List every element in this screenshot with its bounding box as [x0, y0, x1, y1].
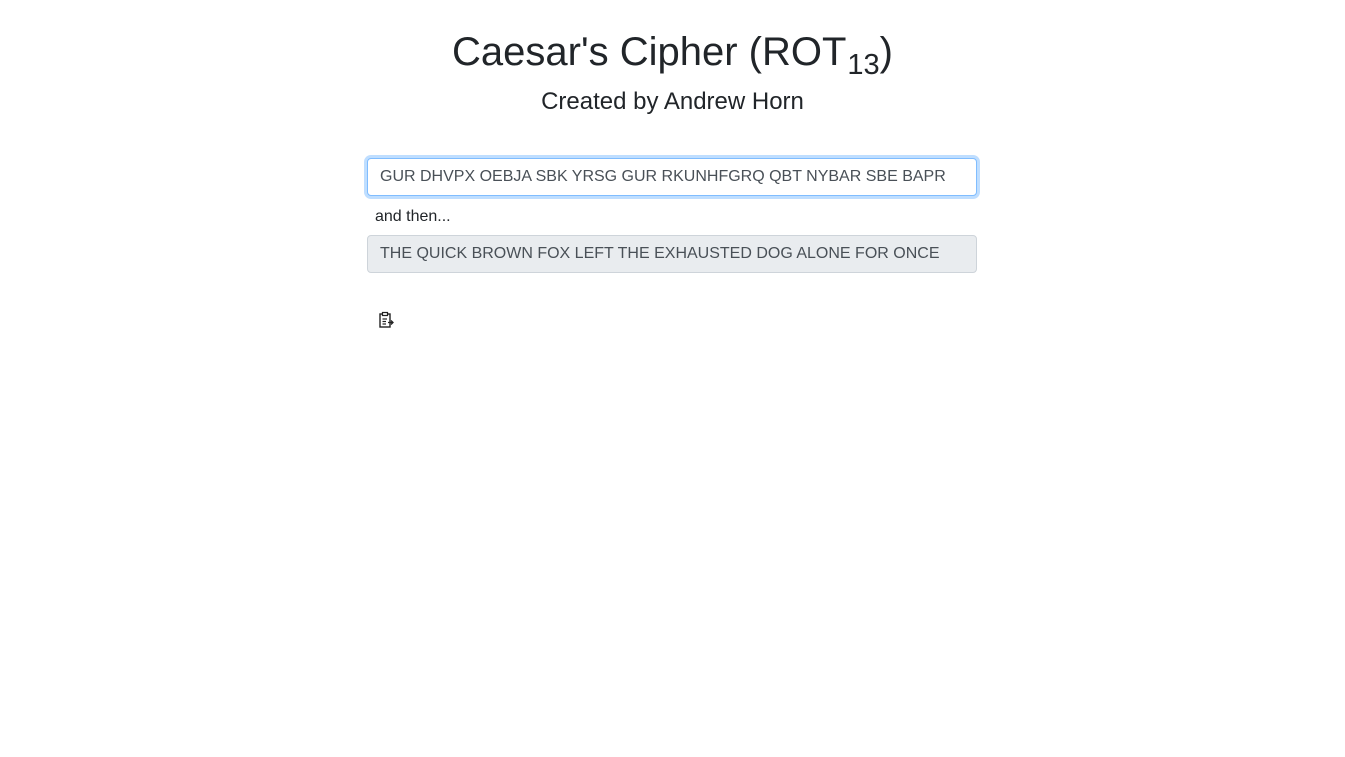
- cipher-output[interactable]: [367, 235, 977, 273]
- page-title-subscript: 13: [847, 49, 880, 81]
- page-subtitle: Created by Andrew Horn: [541, 88, 804, 115]
- clipboard-icon: [377, 311, 395, 329]
- cipher-form: and then...: [367, 158, 977, 273]
- header: Caesar's Cipher (ROT13) Created by Andre…: [0, 26, 1345, 118]
- page-title: Caesar's Cipher (ROT13): [0, 26, 1345, 82]
- cipher-input[interactable]: [367, 158, 977, 196]
- page-title-main: Caesar's Cipher (ROT: [452, 30, 847, 74]
- page-title-close: ): [879, 30, 893, 74]
- page: Caesar's Cipher (ROT13) Created by Andre…: [0, 0, 1345, 757]
- copy-button[interactable]: [377, 311, 395, 329]
- and-then-label: and then...: [375, 208, 451, 225]
